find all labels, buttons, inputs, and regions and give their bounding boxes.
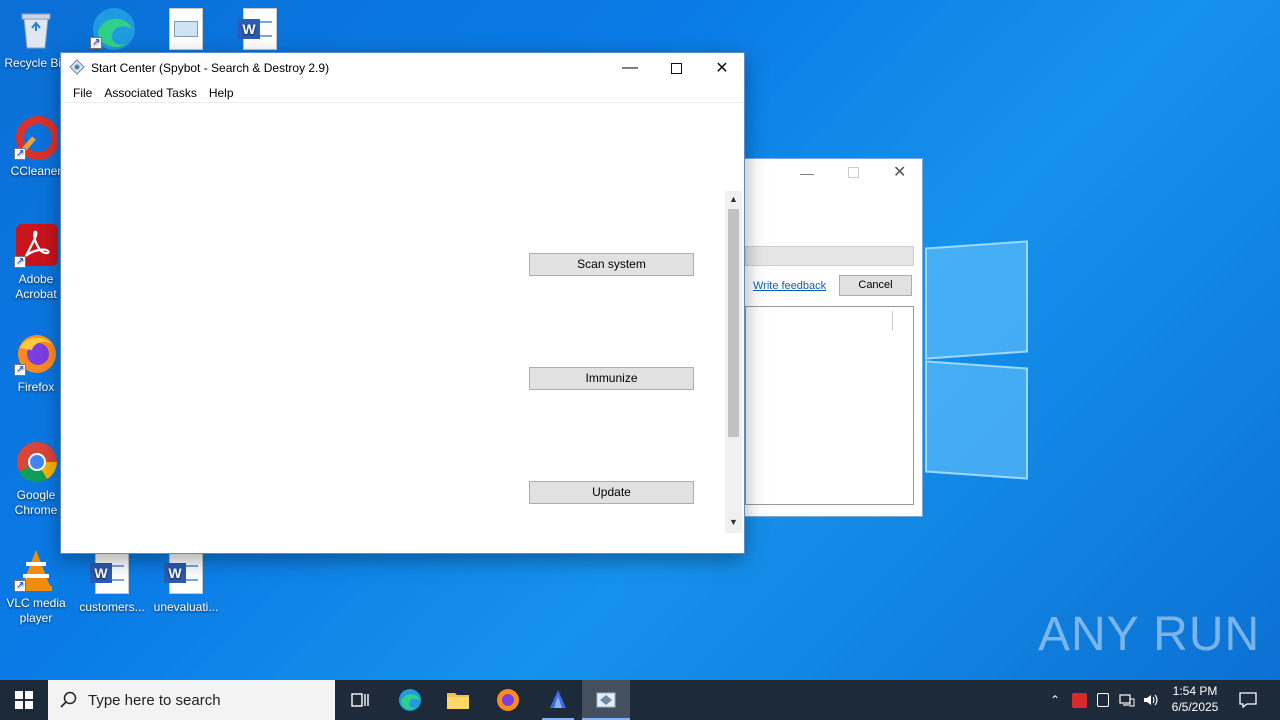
taskbar-search-box[interactable]: Type here to search [48, 680, 335, 720]
menu-bar: File Associated Tasks Help [61, 83, 744, 103]
task-view-icon [351, 693, 369, 707]
shortcut-arrow-icon [14, 578, 26, 593]
desktop-icon-edge[interactable] [74, 5, 150, 53]
scrollbar-thumb[interactable] [728, 209, 739, 437]
edge-icon [399, 689, 421, 711]
spybot-icon [596, 692, 616, 708]
adobe-acrobat-icon [14, 224, 58, 269]
shortcut-arrow-icon [14, 254, 26, 269]
word-document-icon: W [164, 552, 208, 596]
feedback-window[interactable]: — ✕ Write feedback Cancel [735, 158, 923, 517]
desktop-icon-label: VLC media player [6, 596, 66, 625]
spybot-start-center-window[interactable]: Start Center (Spybot - Search & Destroy … [60, 52, 745, 554]
recycle-bin-icon [14, 8, 58, 52]
tray-network[interactable] [1117, 680, 1137, 720]
volume-icon [1144, 694, 1158, 706]
write-feedback-link[interactable]: Write feedback [753, 280, 826, 292]
notification-icon [1239, 692, 1257, 708]
minimize-icon[interactable]: — [800, 165, 814, 181]
immunize-button[interactable]: Immunize [529, 367, 694, 390]
windows-wallpaper-logo [915, 230, 1030, 480]
clock-time: 1:54 PM [1172, 684, 1218, 698]
taskbar-app-installer[interactable] [534, 680, 582, 720]
shortcut-arrow-icon [90, 35, 102, 50]
taskbar-firefox[interactable] [484, 680, 532, 720]
taskbar: Type here to search [0, 680, 1280, 720]
taskbar-file-explorer[interactable] [434, 680, 482, 720]
taskbar-clock[interactable]: 1:54 PM 6/5/2025 [1160, 683, 1230, 715]
desktop-icon-label: unevaluati... [153, 600, 219, 614]
firefox-icon [497, 689, 519, 711]
desktop-icon-image-file[interactable] [148, 8, 224, 56]
desktop-icon-customers-doc[interactable]: W customers... [74, 552, 150, 615]
log-textarea[interactable] [745, 306, 914, 505]
network-icon [1119, 694, 1135, 707]
cancel-button[interactable]: Cancel [839, 275, 912, 296]
progress-bar [745, 246, 914, 266]
desktop-icon-word-doc-top[interactable]: W [222, 8, 298, 56]
tray-volume[interactable] [1141, 680, 1161, 720]
tray-device[interactable] [1094, 680, 1112, 720]
scan-system-button[interactable]: Scan system [529, 253, 694, 276]
menu-associated-tasks[interactable]: Associated Tasks [98, 86, 203, 100]
edge-icon [90, 5, 135, 50]
shortcut-arrow-icon [14, 146, 26, 161]
anyrun-watermark: ANY RUN [1038, 608, 1261, 661]
clock-date: 6/5/2025 [1171, 700, 1219, 714]
update-button[interactable]: Update [529, 481, 694, 504]
folder-icon [447, 693, 469, 709]
desktop-icon-unevaluati-doc[interactable]: W unevaluati... [148, 552, 224, 615]
search-icon [60, 691, 77, 708]
vlc-icon [14, 548, 58, 593]
windows-start-icon [15, 691, 33, 709]
chevron-up-icon: ⌃ [1049, 693, 1061, 707]
menu-help[interactable]: Help [203, 86, 240, 100]
search-placeholder: Type here to search [88, 691, 221, 709]
ccleaner-icon [14, 116, 60, 161]
scroll-down-icon[interactable]: ▼ [729, 517, 738, 527]
desktop-icon-vlc[interactable]: VLC media player [0, 548, 74, 626]
firefox-icon [14, 332, 58, 377]
installer-icon [550, 690, 566, 708]
word-document-icon: W [238, 8, 282, 52]
chrome-icon [14, 440, 58, 484]
show-hidden-icons-button[interactable]: ⌃ [1046, 680, 1064, 720]
image-file-icon [164, 8, 208, 52]
close-icon[interactable]: ✕ [893, 162, 906, 182]
start-button[interactable] [0, 680, 48, 720]
spybot-app-icon [69, 58, 85, 78]
taskbar-edge[interactable] [386, 680, 434, 720]
antivirus-tray-icon [1071, 692, 1087, 708]
tray-antivirus[interactable] [1070, 680, 1088, 720]
vertical-scrollbar[interactable]: ▲ ▼ [725, 191, 742, 533]
task-view-button[interactable] [336, 680, 384, 720]
word-document-icon: W [90, 552, 134, 596]
minimize-icon[interactable]: — [607, 53, 653, 83]
window-title: Start Center (Spybot - Search & Destroy … [91, 61, 330, 75]
close-icon[interactable]: ✕ [699, 53, 745, 83]
taskbar-spybot[interactable] [582, 680, 630, 720]
shortcut-arrow-icon [14, 362, 26, 377]
maximize-icon[interactable] [848, 167, 859, 178]
desktop-icon-label: customers... [79, 600, 145, 614]
menu-file[interactable]: File [67, 86, 98, 100]
device-tray-icon [1097, 693, 1109, 707]
scroll-up-icon[interactable]: ▲ [729, 194, 738, 204]
notification-center-button[interactable] [1232, 680, 1264, 720]
maximize-icon[interactable] [653, 53, 699, 83]
